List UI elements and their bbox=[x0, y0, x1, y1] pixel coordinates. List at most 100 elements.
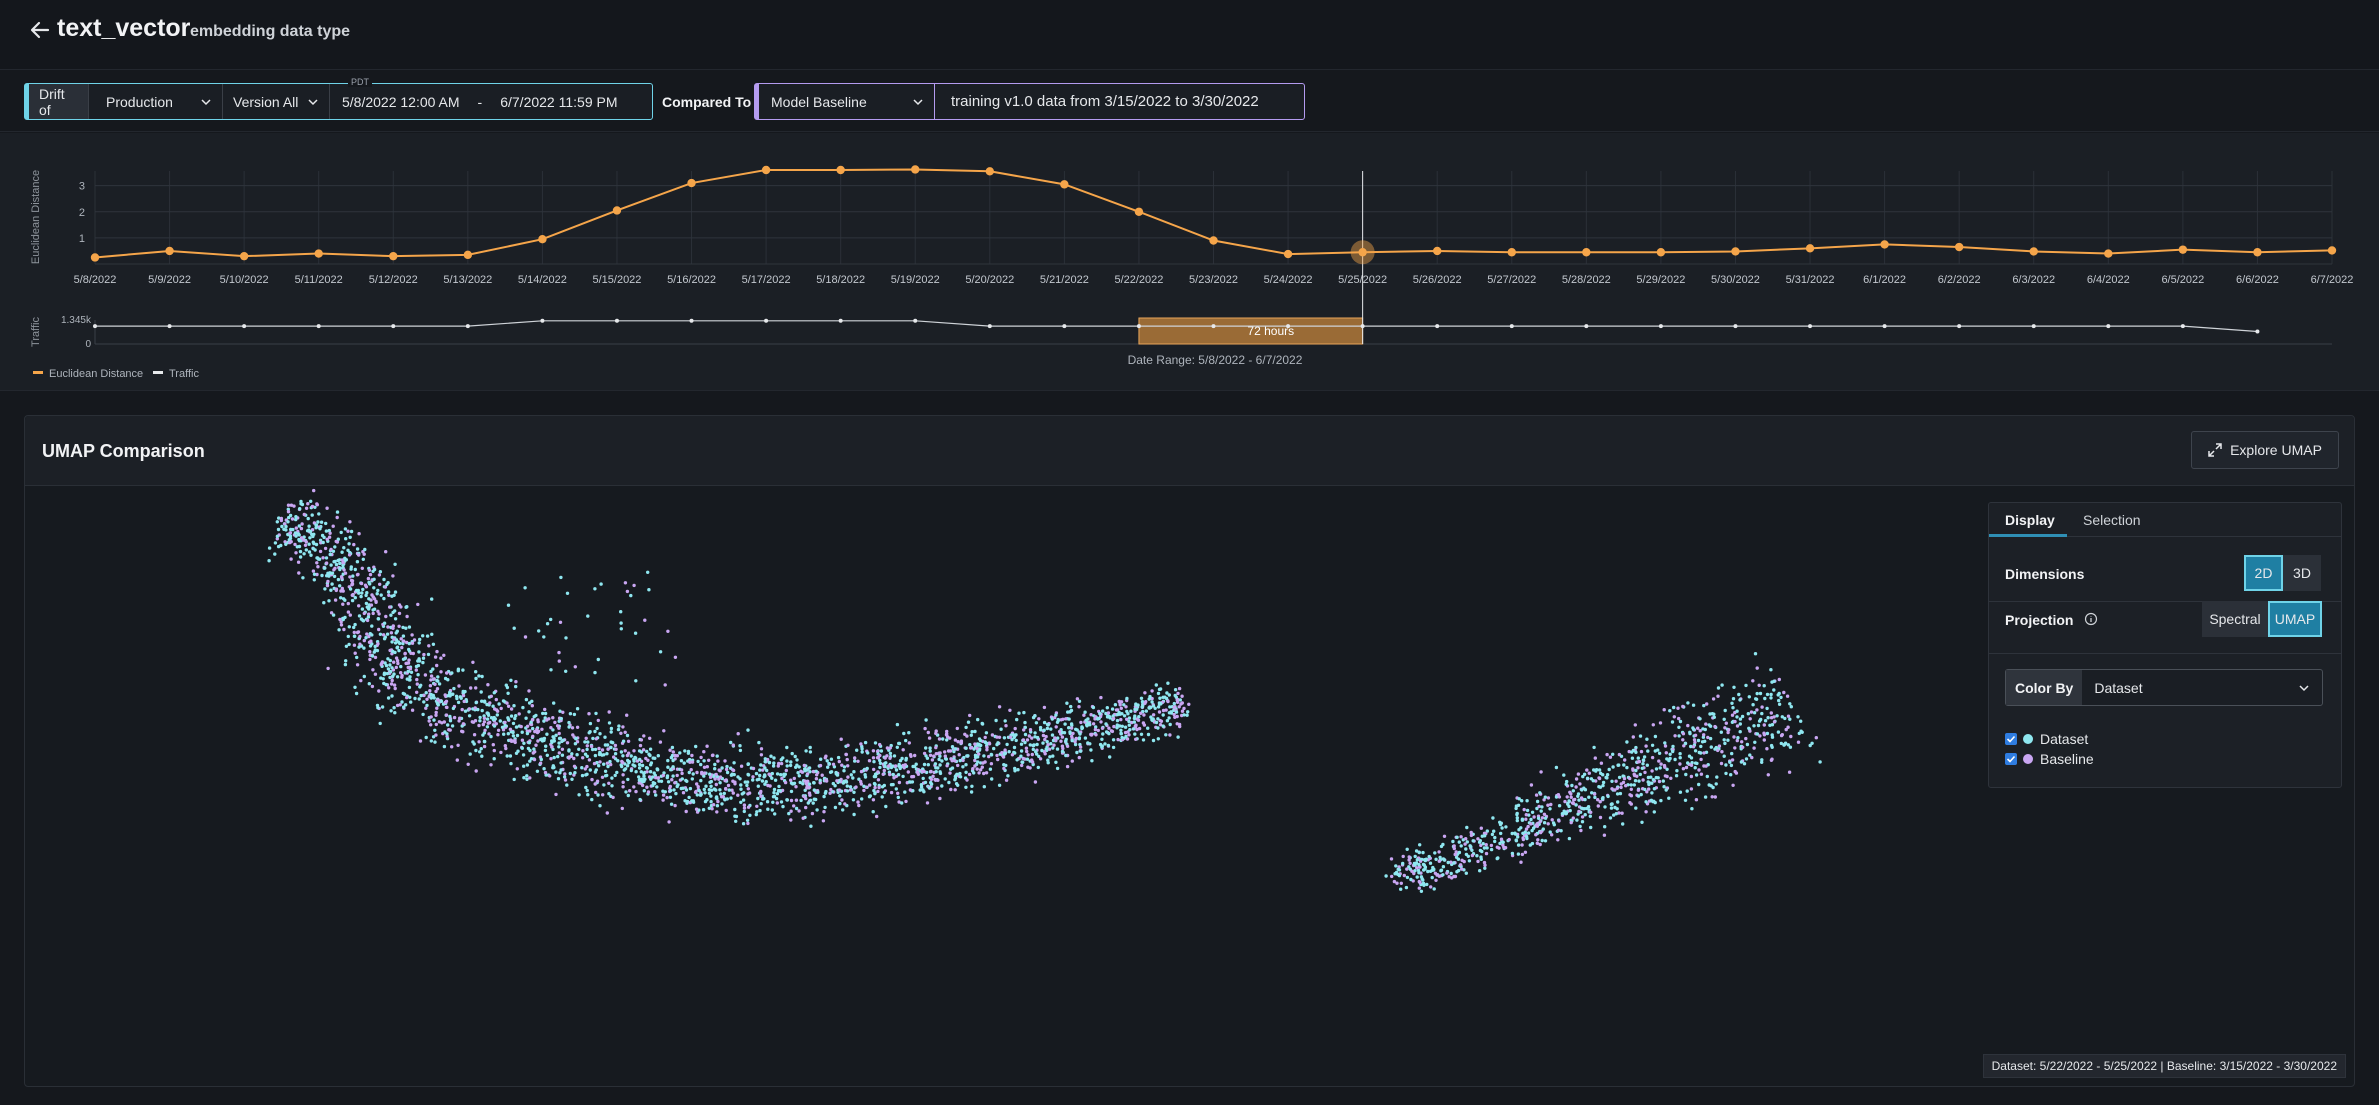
umap-point bbox=[488, 720, 492, 725]
umap-point bbox=[876, 778, 881, 782]
umap-point bbox=[1617, 775, 1622, 780]
umap-point bbox=[953, 759, 957, 763]
umap-point bbox=[1546, 796, 1551, 800]
umap-point bbox=[284, 524, 288, 529]
umap-point bbox=[755, 778, 759, 782]
umap-point bbox=[323, 546, 328, 551]
umap-point bbox=[808, 745, 812, 750]
umap-point bbox=[873, 772, 878, 776]
umap-point bbox=[545, 732, 549, 736]
umap-point bbox=[965, 734, 969, 738]
explore-umap-button[interactable]: Explore UMAP bbox=[2191, 431, 2339, 469]
umap-point bbox=[323, 566, 327, 570]
umap-point bbox=[619, 610, 623, 614]
umap-point bbox=[702, 759, 706, 763]
umap-point bbox=[1729, 763, 1734, 768]
umap-point bbox=[785, 759, 789, 763]
dimension-3d-option[interactable]: 3D bbox=[2283, 555, 2321, 591]
environment-select[interactable]: Production bbox=[89, 84, 223, 119]
umap-point bbox=[680, 771, 684, 776]
umap-point bbox=[432, 718, 436, 722]
umap-point bbox=[940, 759, 944, 763]
dimension-2d-option[interactable]: 2D bbox=[2244, 555, 2283, 591]
umap-point bbox=[413, 696, 417, 701]
euclidean-distance-point bbox=[165, 246, 174, 256]
umap-point bbox=[495, 713, 499, 717]
baseline-select[interactable]: Model Baseline bbox=[759, 84, 935, 119]
umap-point bbox=[772, 756, 776, 760]
umap-point bbox=[994, 718, 998, 723]
umap-point bbox=[1501, 840, 1505, 844]
umap-scatter-plot[interactable] bbox=[26, 487, 1926, 1085]
umap-point bbox=[389, 682, 394, 686]
dataset-checkbox[interactable] bbox=[2005, 733, 2017, 745]
umap-point bbox=[386, 625, 390, 629]
umap-point bbox=[794, 785, 798, 789]
umap-point bbox=[506, 732, 510, 736]
umap-point bbox=[711, 753, 715, 757]
umap-point bbox=[684, 788, 689, 792]
umap-point bbox=[344, 558, 348, 562]
umap-point bbox=[353, 685, 357, 689]
umap-point bbox=[1644, 810, 1648, 814]
x-tick-label: 5/30/2022 bbox=[1711, 274, 1760, 286]
umap-point bbox=[851, 798, 856, 802]
umap-point bbox=[634, 770, 638, 774]
projection-spectral-option[interactable]: Spectral bbox=[2202, 601, 2268, 637]
umap-point bbox=[370, 654, 375, 658]
umap-point bbox=[409, 651, 413, 655]
umap-point bbox=[273, 541, 278, 545]
umap-point bbox=[673, 753, 677, 758]
umap-point bbox=[715, 804, 720, 808]
umap-point bbox=[594, 768, 598, 772]
projection-umap-option[interactable]: UMAP bbox=[2268, 601, 2322, 637]
page-header: text_vector embedding data type bbox=[0, 0, 2379, 70]
umap-point bbox=[1433, 851, 1437, 855]
tab-selection[interactable]: Selection bbox=[2083, 512, 2141, 528]
umap-point bbox=[1054, 713, 1058, 717]
umap-point bbox=[1415, 875, 1419, 879]
umap-point bbox=[439, 656, 443, 660]
baseline-checkbox[interactable] bbox=[2005, 753, 2017, 765]
date-range-picker[interactable]: 5/8/2022 12:00 AM - 6/7/2022 11:59 PM bbox=[330, 84, 652, 119]
umap-point bbox=[1814, 736, 1819, 740]
umap-point bbox=[725, 770, 730, 775]
back-arrow-icon[interactable] bbox=[28, 18, 52, 42]
umap-point bbox=[613, 743, 618, 748]
umap-point bbox=[1059, 739, 1063, 743]
umap-point bbox=[410, 708, 415, 712]
umap-point bbox=[373, 655, 378, 660]
check-icon bbox=[2006, 735, 2016, 743]
umap-point bbox=[392, 637, 396, 641]
umap-point bbox=[1524, 813, 1529, 817]
umap-point bbox=[856, 800, 860, 804]
umap-point bbox=[1587, 771, 1592, 775]
traffic-point bbox=[1136, 324, 1141, 329]
traffic-point bbox=[1733, 324, 1738, 329]
umap-point bbox=[1187, 702, 1191, 706]
tab-display[interactable]: Display bbox=[2005, 512, 2055, 528]
drift-chart[interactable]: 123Euclidean Distance5/8/2022 5/9/2022 5/1… bbox=[0, 133, 2379, 391]
umap-point bbox=[306, 516, 310, 521]
umap-point bbox=[1172, 705, 1176, 710]
umap-point bbox=[1173, 688, 1178, 692]
umap-point bbox=[478, 719, 482, 723]
umap-point bbox=[907, 731, 911, 735]
info-icon[interactable] bbox=[2084, 612, 2098, 626]
umap-point bbox=[970, 730, 974, 734]
umap-point bbox=[1630, 750, 1634, 754]
umap-point bbox=[1428, 869, 1433, 873]
umap-point bbox=[1633, 723, 1638, 727]
umap-point bbox=[1638, 772, 1643, 777]
umap-point bbox=[1458, 863, 1463, 867]
umap-point bbox=[1452, 861, 1456, 865]
umap-point bbox=[1060, 744, 1065, 748]
version-select[interactable]: Version All bbox=[223, 84, 330, 119]
umap-point bbox=[872, 767, 876, 772]
umap-point bbox=[414, 668, 418, 672]
umap-point bbox=[1529, 817, 1533, 822]
umap-point bbox=[357, 604, 361, 608]
color-by-select[interactable]: Color By Dataset bbox=[2005, 669, 2323, 706]
umap-point bbox=[695, 770, 699, 775]
umap-point bbox=[1176, 691, 1180, 696]
